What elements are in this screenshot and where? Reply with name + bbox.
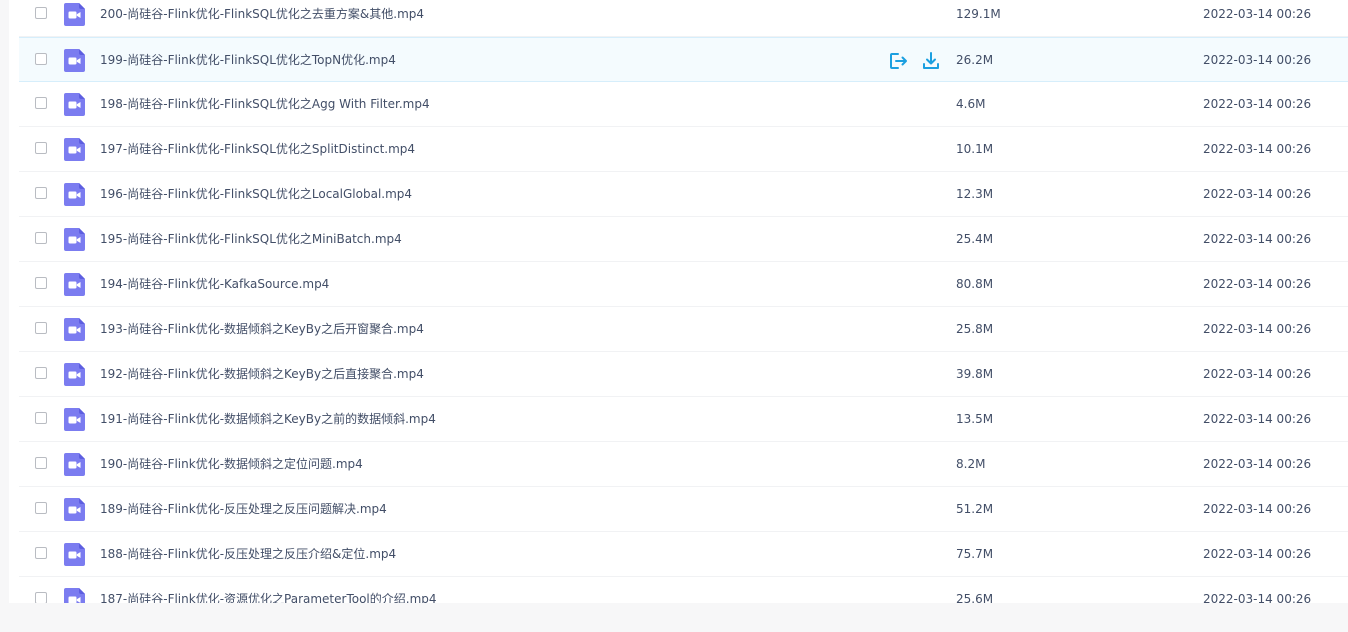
- file-date: 2022-03-14 00:26: [1203, 592, 1312, 603]
- row-checkbox[interactable]: [35, 187, 47, 199]
- video-file-icon: [64, 453, 85, 476]
- download-icon[interactable]: [921, 51, 941, 71]
- file-date: 2022-03-14 00:26: [1203, 412, 1312, 426]
- file-name[interactable]: 195-尚硅谷-Flink优化-FlinkSQL优化之MiniBatch.mp4: [100, 217, 402, 262]
- file-name[interactable]: 199-尚硅谷-Flink优化-FlinkSQL优化之TopN优化.mp4: [100, 38, 396, 83]
- file-size: 12.3M: [956, 187, 994, 201]
- file-size: 75.7M: [956, 547, 994, 561]
- file-row-196[interactable]: 196-尚硅谷-Flink优化-FlinkSQL优化之LocalGlobal.m…: [19, 172, 1348, 217]
- file-name[interactable]: 200-尚硅谷-Flink优化-FlinkSQL优化之去重方案&其他.mp4: [100, 0, 424, 37]
- video-file-icon: [64, 498, 85, 521]
- file-row-194[interactable]: 194-尚硅谷-Flink优化-KafkaSource.mp4 80.8M 20…: [19, 262, 1348, 307]
- file-size: 129.1M: [956, 7, 1001, 21]
- file-row-191[interactable]: 191-尚硅谷-Flink优化-数据倾斜之KeyBy之前的数据倾斜.mp4 13…: [19, 397, 1348, 442]
- row-checkbox[interactable]: [35, 322, 47, 334]
- row-checkbox[interactable]: [35, 97, 47, 109]
- row-checkbox[interactable]: [35, 7, 47, 19]
- file-name[interactable]: 196-尚硅谷-Flink优化-FlinkSQL优化之LocalGlobal.m…: [100, 172, 412, 217]
- file-name[interactable]: 189-尚硅谷-Flink优化-反压处理之反压问题解决.mp4: [100, 487, 387, 532]
- file-size: 8.2M: [956, 457, 986, 471]
- file-row-195[interactable]: 195-尚硅谷-Flink优化-FlinkSQL优化之MiniBatch.mp4…: [19, 217, 1348, 262]
- file-date: 2022-03-14 00:26: [1203, 142, 1312, 156]
- row-checkbox[interactable]: [35, 367, 47, 379]
- file-date: 2022-03-14 00:26: [1203, 547, 1312, 561]
- file-size: 25.4M: [956, 232, 994, 246]
- file-date: 2022-03-14 00:26: [1203, 187, 1312, 201]
- file-size: 4.6M: [956, 97, 986, 111]
- file-name[interactable]: 194-尚硅谷-Flink优化-KafkaSource.mp4: [100, 262, 329, 307]
- row-checkbox[interactable]: [35, 232, 47, 244]
- file-name[interactable]: 192-尚硅谷-Flink优化-数据倾斜之KeyBy之后直接聚合.mp4: [100, 352, 424, 397]
- video-file-icon: [64, 228, 85, 251]
- file-date: 2022-03-14 00:26: [1203, 502, 1312, 516]
- video-file-icon: [64, 49, 85, 72]
- row-checkbox[interactable]: [35, 502, 47, 514]
- file-size: 51.2M: [956, 502, 994, 516]
- file-row-189[interactable]: 189-尚硅谷-Flink优化-反压处理之反压问题解决.mp4 51.2M 20…: [19, 487, 1348, 532]
- video-file-icon: [64, 408, 85, 431]
- file-row-187[interactable]: 187-尚硅谷-Flink优化-资源优化之ParameterTool的介绍.mp…: [19, 577, 1348, 603]
- file-size: 25.6M: [956, 592, 994, 603]
- file-name[interactable]: 188-尚硅谷-Flink优化-反压处理之反压介绍&定位.mp4: [100, 532, 396, 577]
- row-checkbox[interactable]: [35, 142, 47, 154]
- file-date: 2022-03-14 00:26: [1203, 277, 1312, 291]
- file-row-197[interactable]: 197-尚硅谷-Flink优化-FlinkSQL优化之SplitDistinct…: [19, 127, 1348, 172]
- file-row-190[interactable]: 190-尚硅谷-Flink优化-数据倾斜之定位问题.mp4 8.2M 2022-…: [19, 442, 1348, 487]
- file-date: 2022-03-14 00:26: [1203, 97, 1312, 111]
- share-icon[interactable]: [888, 51, 908, 71]
- video-file-icon: [64, 3, 85, 26]
- file-name[interactable]: 197-尚硅谷-Flink优化-FlinkSQL优化之SplitDistinct…: [100, 127, 415, 172]
- file-row-199[interactable]: 199-尚硅谷-Flink优化-FlinkSQL优化之TopN优化.mp4 26…: [19, 37, 1348, 82]
- video-file-icon: [64, 318, 85, 341]
- row-checkbox[interactable]: [35, 277, 47, 289]
- file-name[interactable]: 191-尚硅谷-Flink优化-数据倾斜之KeyBy之前的数据倾斜.mp4: [100, 397, 436, 442]
- video-file-icon: [64, 93, 85, 116]
- row-checkbox[interactable]: [35, 457, 47, 469]
- file-name[interactable]: 198-尚硅谷-Flink优化-FlinkSQL优化之Agg With Filt…: [100, 82, 430, 127]
- row-checkbox[interactable]: [35, 412, 47, 424]
- file-list: 200-尚硅谷-Flink优化-FlinkSQL优化之去重方案&其他.mp4 1…: [19, 0, 1348, 603]
- file-size: 13.5M: [956, 412, 994, 426]
- file-row-193[interactable]: 193-尚硅谷-Flink优化-数据倾斜之KeyBy之后开窗聚合.mp4 25.…: [19, 307, 1348, 352]
- file-date: 2022-03-14 00:26: [1203, 232, 1312, 246]
- video-file-icon: [64, 588, 85, 603]
- row-checkbox[interactable]: [35, 53, 47, 65]
- video-file-icon: [64, 363, 85, 386]
- file-size: 80.8M: [956, 277, 994, 291]
- file-row-198[interactable]: 198-尚硅谷-Flink优化-FlinkSQL优化之Agg With Filt…: [19, 82, 1348, 127]
- row-checkbox[interactable]: [35, 547, 47, 559]
- video-file-icon: [64, 543, 85, 566]
- file-date: 2022-03-14 00:26: [1203, 53, 1312, 67]
- file-name[interactable]: 190-尚硅谷-Flink优化-数据倾斜之定位问题.mp4: [100, 442, 363, 487]
- file-date: 2022-03-14 00:26: [1203, 457, 1312, 471]
- file-row-200[interactable]: 200-尚硅谷-Flink优化-FlinkSQL优化之去重方案&其他.mp4 1…: [19, 0, 1348, 37]
- file-date: 2022-03-14 00:26: [1203, 7, 1312, 21]
- file-size: 25.8M: [956, 322, 994, 336]
- file-name[interactable]: 187-尚硅谷-Flink优化-资源优化之ParameterTool的介绍.mp…: [100, 577, 437, 603]
- video-file-icon: [64, 183, 85, 206]
- video-file-icon: [64, 138, 85, 161]
- file-name[interactable]: 193-尚硅谷-Flink优化-数据倾斜之KeyBy之后开窗聚合.mp4: [100, 307, 424, 352]
- file-list-panel: 200-尚硅谷-Flink优化-FlinkSQL优化之去重方案&其他.mp4 1…: [9, 0, 1348, 603]
- file-row-192[interactable]: 192-尚硅谷-Flink优化-数据倾斜之KeyBy之后直接聚合.mp4 39.…: [19, 352, 1348, 397]
- file-date: 2022-03-14 00:26: [1203, 322, 1312, 336]
- row-checkbox[interactable]: [35, 592, 47, 603]
- file-row-188[interactable]: 188-尚硅谷-Flink优化-反压处理之反压介绍&定位.mp4 75.7M 2…: [19, 532, 1348, 577]
- video-file-icon: [64, 273, 85, 296]
- file-size: 39.8M: [956, 367, 994, 381]
- file-size: 26.2M: [956, 53, 994, 67]
- file-date: 2022-03-14 00:26: [1203, 367, 1312, 381]
- file-size: 10.1M: [956, 142, 994, 156]
